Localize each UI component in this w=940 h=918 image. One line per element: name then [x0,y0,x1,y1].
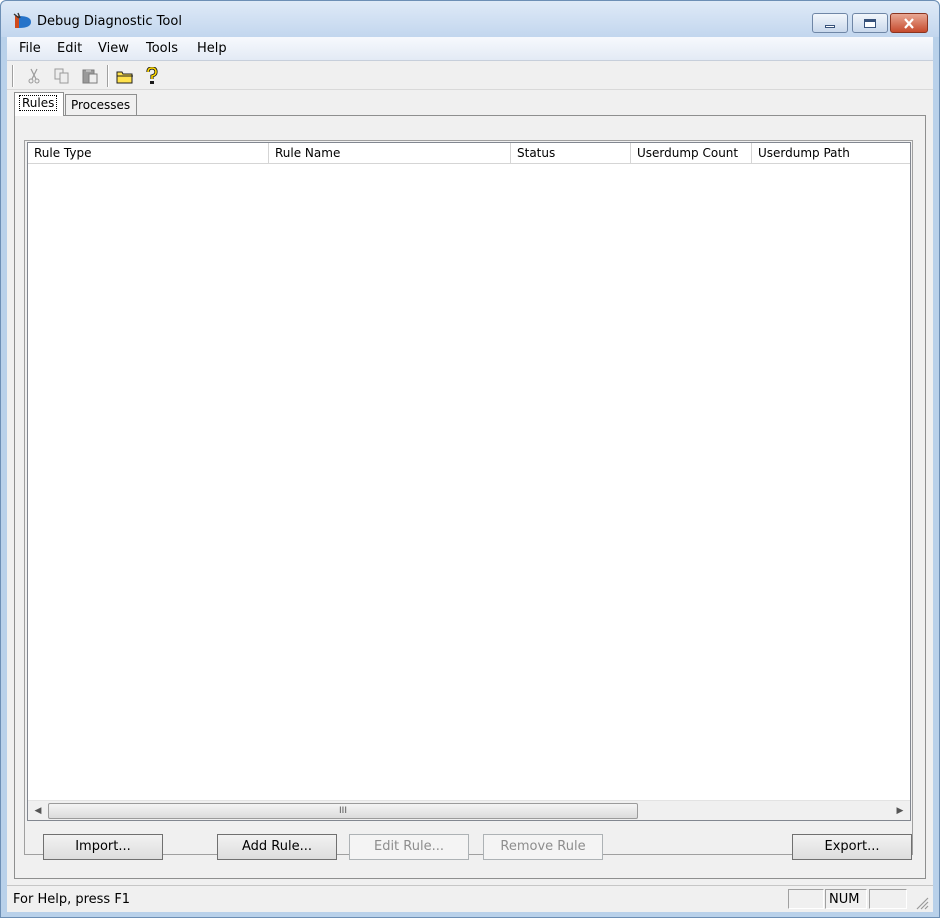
open-folder-icon [116,71,133,83]
client-area: File Edit View Tools Help Rules Processe… [7,37,933,912]
edit-rule-button[interactable]: Edit Rule... [349,834,469,860]
scroll-thumb[interactable]: III [48,803,638,819]
scroll-right-icon[interactable]: ▶ [892,803,908,819]
tab-processes-label: Processes [71,98,131,112]
maximize-button[interactable] [852,13,888,33]
import-button[interactable]: Import... [43,834,163,860]
paste-button[interactable] [79,65,101,87]
close-button[interactable] [890,13,928,33]
status-help-text: For Help, press F1 [13,892,131,907]
column-header-status[interactable]: Status [511,143,631,163]
horizontal-scrollbar[interactable]: ◀ III ▶ [28,800,910,820]
menu-edit[interactable]: Edit [54,41,85,56]
tab-rules-label: Rules [18,95,58,111]
rules-tab-panel: Rule Type Rule Name Status Userdump Coun… [14,115,926,879]
close-icon [904,17,914,29]
cut-icon [28,68,40,84]
minimize-button[interactable] [812,13,848,33]
column-header-rule-type[interactable]: Rule Type [28,143,269,163]
toolbar-separator [107,65,109,87]
open-button[interactable] [114,65,136,87]
minimize-icon [825,24,835,28]
toolbar-grip[interactable] [12,65,14,87]
resize-grip-icon[interactable] [913,894,929,910]
scroll-left-icon[interactable]: ◀ [30,803,46,819]
app-window: Debug Diagnostic Tool File Edit View Too… [0,0,940,918]
paste-icon [82,69,98,84]
maximize-icon [864,18,876,28]
menu-bar: File Edit View Tools Help [7,37,933,61]
menu-file[interactable]: File [16,41,44,56]
column-header-userdump-path[interactable]: Userdump Path [752,143,910,163]
column-header-rule-name[interactable]: Rule Name [269,143,511,163]
window-title: Debug Diagnostic Tool [37,14,182,29]
menu-help[interactable]: Help [194,41,230,56]
menu-tools[interactable]: Tools [143,41,181,56]
cut-button[interactable] [23,65,45,87]
rules-list[interactable]: Rule Type Rule Name Status Userdump Coun… [27,142,911,821]
status-pane-caps [788,889,824,909]
help-icon [146,67,158,84]
menu-view[interactable]: View [95,41,132,56]
tab-strip: Rules Processes [7,91,933,116]
status-pane-num: NUM [825,889,867,909]
status-pane-scroll [869,889,907,909]
column-header-userdump-count[interactable]: Userdump Count [631,143,752,163]
copy-button[interactable] [51,65,73,87]
app-icon [13,12,31,28]
title-bar[interactable]: Debug Diagnostic Tool [1,1,939,37]
rules-list-header: Rule Type Rule Name Status Userdump Coun… [28,143,910,164]
add-rule-button[interactable]: Add Rule... [217,834,337,860]
tab-rules[interactable]: Rules [14,92,64,116]
help-button[interactable] [141,65,163,87]
tab-processes[interactable]: Processes [65,94,137,116]
copy-icon [54,68,69,84]
export-button[interactable]: Export... [792,834,912,860]
toolbar [7,62,933,90]
status-bar: For Help, press F1 NUM [7,885,933,911]
remove-rule-button[interactable]: Remove Rule [483,834,603,860]
